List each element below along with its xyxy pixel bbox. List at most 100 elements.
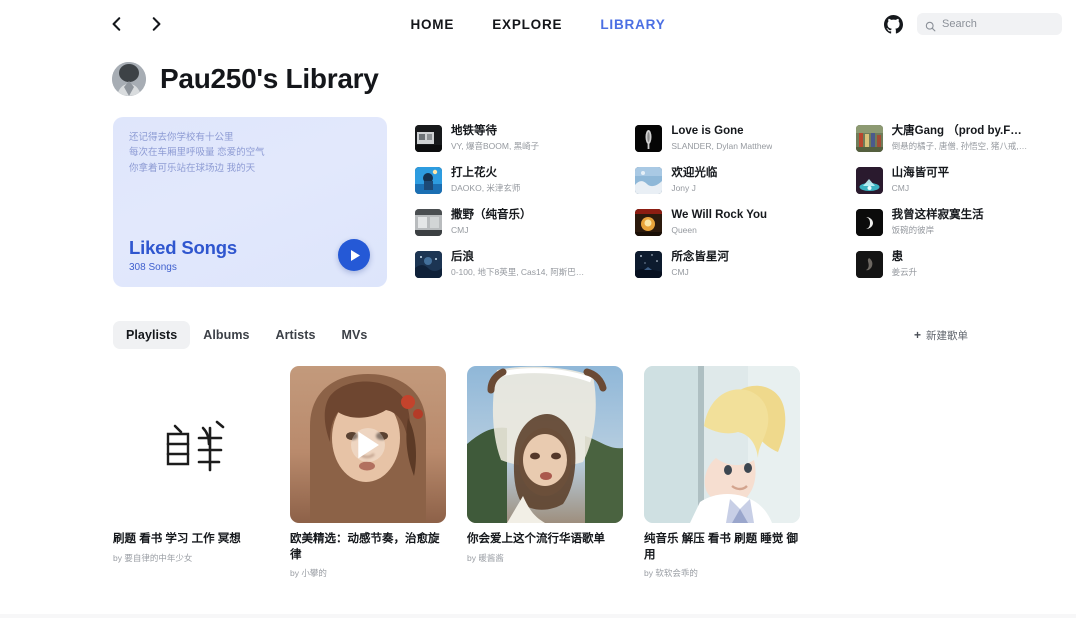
song-item[interactable]: 打上花火 DAOKO, 米津玄师 <box>415 159 625 201</box>
song-meta: 我曾这样寂寞生活 饭碗的彼岸 <box>892 208 984 235</box>
nav-library[interactable]: LIBRARY <box>600 17 665 32</box>
song-item[interactable]: Love is Gone SLANDER, Dylan Matthew <box>635 117 845 159</box>
chevron-left-icon[interactable] <box>106 14 126 34</box>
playlist-author: by 软软会乖的 <box>644 568 698 579</box>
song-meta: 地铁等待 VY, 爆音BOOM, 黑崎子 <box>451 124 539 151</box>
song-title: 地铁等待 <box>451 125 497 138</box>
song-item[interactable]: 大唐Gang （prod by.F… 倒悬的橘子, 唐僧, 孙悟空, 猪八戒,… <box>855 117 1066 159</box>
song-meta: We Will Rock You Queen <box>671 208 767 235</box>
song-meta: 撒野（纯音乐） CMJ <box>451 208 532 235</box>
album-cover <box>415 166 442 194</box>
song-item[interactable]: 欢迎光临 Jony J <box>635 159 845 201</box>
playlist-title: 欧美精选：动感节奏，治愈旋律 <box>290 533 440 561</box>
song-artist: SLANDER, Dylan Matthew <box>671 140 773 151</box>
song-title: 大唐Gang （prod by.F… <box>891 125 1022 138</box>
chevron-right-icon[interactable] <box>146 14 166 34</box>
song-meta: 后浪 0-100, 地下8英里, Cas14, 阿斯巴… <box>451 250 584 277</box>
song-title: 我曾这样寂寞生活 <box>891 209 984 222</box>
album-cover <box>415 250 442 278</box>
bottom-scroll-edge <box>0 614 1076 618</box>
song-item[interactable]: 后浪 0-100, 地下8英里, Cas14, 阿斯巴… <box>415 243 625 285</box>
tab-mvs[interactable]: MVs <box>329 321 381 349</box>
play-icon[interactable] <box>338 239 370 271</box>
song-artist: Queen <box>671 224 697 235</box>
search-input[interactable] <box>942 18 1054 30</box>
playlist-grid: 刷题 看书 学习 工作 冥想 by 要自律的中年少女 欧美精选：动感节奏，治愈旋… <box>0 349 1076 579</box>
song-artist: 饭碗的彼岸 <box>891 224 935 235</box>
playlist-cover[interactable] <box>290 366 446 523</box>
nav-home[interactable]: HOME <box>410 17 454 32</box>
liked-songs-card[interactable]: 还记得去你学校有十公里 每次在车厢里呼吸量 恋爱的空气 你拿着可乐站在球场边 我… <box>113 117 387 287</box>
library-page: HOME EXPLORE LIBRARY Search Pau250's Lib… <box>0 0 1076 618</box>
playlist-title: 刷题 看书 学习 工作 冥想 <box>113 533 241 545</box>
github-icon[interactable] <box>884 14 903 34</box>
avatar[interactable] <box>112 62 146 96</box>
song-item[interactable]: We Will Rock You Queen <box>635 201 845 243</box>
song-item[interactable]: 山海皆可平 CMJ <box>855 159 1066 201</box>
album-cover <box>635 166 663 194</box>
song-item[interactable]: 地铁等待 VY, 爆音BOOM, 黑崎子 <box>415 117 625 159</box>
top-right-actions <box>884 13 1062 35</box>
song-meta: 欢迎光临 Jony J <box>671 166 717 193</box>
song-title: 后浪 <box>451 251 474 264</box>
playlist-cover[interactable] <box>644 366 800 523</box>
song-title: 山海皆可平 <box>891 167 950 180</box>
album-cover <box>855 124 883 152</box>
song-item[interactable]: 我曾这样寂寞生活 饭碗的彼岸 <box>855 201 1066 243</box>
song-artist: 0-100, 地下8英里, Cas14, 阿斯巴… <box>451 266 585 277</box>
song-artist: VY, 爆音BOOM, 黑崎子 <box>451 140 540 151</box>
tab-playlists[interactable]: Playlists <box>113 321 191 349</box>
playlist-cover[interactable] <box>467 366 623 523</box>
song-meta: Love is Gone SLANDER, Dylan Matthew <box>671 124 772 151</box>
song-artist: 姜云升 <box>891 266 918 277</box>
song-meta: 患 姜云升 <box>892 250 918 277</box>
tab-artists[interactable]: Artists <box>263 321 329 349</box>
library-overview: 还记得去你学校有十公里 每次在车厢里呼吸量 恋爱的空气 你拿着可乐站在球场边 我… <box>0 96 1076 287</box>
playlist-card[interactable]: 你会爱上这个流行华语歌单 by 暖酱酱 <box>467 366 623 579</box>
top-bar: HOME EXPLORE LIBRARY <box>0 0 1076 48</box>
song-meta: 大唐Gang （prod by.F… 倒悬的橘子, 唐僧, 孙悟空, 猪八戒,… <box>892 124 1028 151</box>
song-artist: CMJ <box>671 266 689 277</box>
playlist-cover[interactable] <box>113 366 269 523</box>
history-nav <box>106 14 166 34</box>
lyric-line: 你拿着可乐站在球场边 我的天 <box>129 162 256 174</box>
album-cover <box>415 124 442 152</box>
create-playlist-label: 新建歌单 <box>926 329 968 342</box>
liked-songs-footer: Liked Songs 308 Songs <box>129 237 371 273</box>
song-item[interactable]: 患 姜云升 <box>855 243 1066 285</box>
song-artist: CMJ <box>891 182 910 193</box>
playlist-author: by 暖酱酱 <box>467 552 504 563</box>
song-column-1: 地铁等待 VY, 爆音BOOM, 黑崎子 打上花火 DAOKO, 米津玄师 撒野… <box>415 117 635 287</box>
lyric-line: 每次在车厢里呼吸量 恋爱的空气 <box>129 147 265 159</box>
library-tabs: Playlists Albums Artists MVs + 新建歌单 <box>0 321 1076 349</box>
playlist-card[interactable]: 纯音乐 解压 看书 刷题 睡觉 御用 by 软软会乖的 <box>644 366 800 579</box>
play-icon[interactable] <box>351 427 385 462</box>
album-cover <box>635 208 663 236</box>
album-cover <box>635 250 663 278</box>
playlist-author: by 要自律的中年少女 <box>113 552 193 563</box>
playlist-card[interactable]: 刷题 看书 学习 工作 冥想 by 要自律的中年少女 <box>113 366 269 579</box>
album-cover <box>855 166 883 194</box>
playlist-card[interactable]: 欧美精选：动感节奏，治愈旋律 by 小攀的 <box>290 366 446 579</box>
lyric-line: 还记得去你学校有十公里 <box>129 132 234 143</box>
song-column-3: 大唐Gang （prod by.F… 倒悬的橘子, 唐僧, 孙悟空, 猪八戒,…… <box>855 117 1076 287</box>
page-header: Pau250's Library <box>0 48 1076 96</box>
liked-songs-lyrics: 还记得去你学校有十公里 每次在车厢里呼吸量 恋爱的空气 你拿着可乐站在球场边 我… <box>129 130 371 176</box>
song-item[interactable]: 所念皆星河 CMJ <box>635 243 845 285</box>
song-columns: 地铁等待 VY, 爆音BOOM, 黑崎子 打上花火 DAOKO, 米津玄师 撒野… <box>387 117 1076 287</box>
song-column-2: Love is Gone SLANDER, Dylan Matthew 欢迎光临… <box>635 117 855 287</box>
tab-albums[interactable]: Albums <box>190 321 262 349</box>
create-playlist-button[interactable]: + 新建歌单 <box>914 328 968 343</box>
song-artist: DAOKO, 米津玄师 <box>451 182 521 193</box>
album-cover <box>415 208 442 236</box>
song-title: 患 <box>891 251 904 264</box>
nav-explore[interactable]: EXPLORE <box>492 17 562 32</box>
search-icon <box>925 19 936 31</box>
search-box[interactable] <box>917 13 1062 35</box>
liked-songs-count: 308 Songs <box>129 262 177 273</box>
song-item[interactable]: 撒野（纯音乐） CMJ <box>415 201 625 243</box>
playlist-title: 你会爱上这个流行华语歌单 <box>467 533 605 545</box>
song-title: 打上花火 <box>451 167 497 180</box>
song-title: 欢迎光临 <box>671 167 718 180</box>
song-title: We Will Rock You <box>671 209 768 222</box>
